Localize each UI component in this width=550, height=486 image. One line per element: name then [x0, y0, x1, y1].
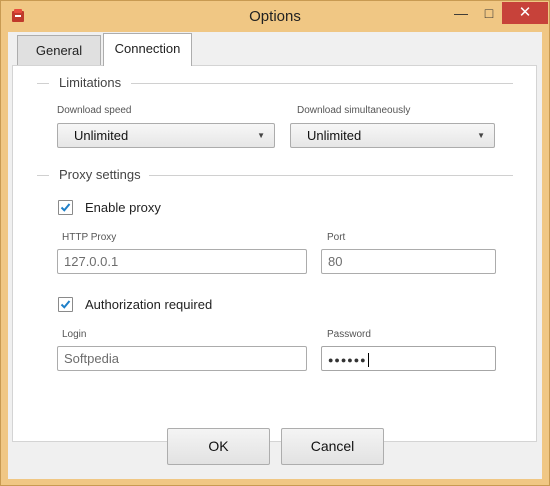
tab-general[interactable]: General	[17, 35, 101, 66]
close-icon: ✕	[518, 4, 532, 21]
login-value: Softpedia	[64, 351, 119, 366]
cancel-button[interactable]: Cancel	[281, 428, 384, 465]
password-value: ●●●●●●	[328, 355, 367, 365]
download-simultaneously-value: Unlimited	[307, 128, 362, 143]
group-divider	[131, 83, 513, 84]
http-proxy-input[interactable]: 127.0.0.1	[57, 249, 307, 274]
group-divider	[37, 83, 49, 84]
enable-proxy-checkbox[interactable]	[58, 200, 73, 215]
port-label: Port	[327, 232, 346, 243]
options-window: Options — □ ✕ General Connection Limitat…	[0, 0, 550, 486]
http-proxy-value: 127.0.0.1	[64, 254, 119, 269]
connection-panel: Limitations Download speed Unlimited ▼ D…	[12, 65, 537, 442]
download-speed-select[interactable]: Unlimited ▼	[57, 123, 275, 148]
password-input[interactable]: ●●●●●●	[321, 346, 496, 371]
checkmark-icon	[60, 203, 71, 212]
title-bar[interactable]: Options — □ ✕	[1, 1, 549, 32]
port-input[interactable]: 80	[321, 249, 496, 274]
password-label: Password	[327, 329, 371, 340]
ok-button[interactable]: OK	[167, 428, 270, 465]
dialog-body: General Connection Limitations Download …	[8, 32, 542, 479]
enable-proxy-label[interactable]: Enable proxy	[85, 200, 161, 215]
download-simultaneously-label: Download simultaneously	[297, 105, 411, 116]
download-simultaneously-select[interactable]: Unlimited ▼	[290, 123, 495, 148]
login-label: Login	[62, 329, 87, 340]
close-button[interactable]: ✕	[502, 2, 548, 24]
tab-connection[interactable]: Connection	[103, 33, 192, 66]
proxy-settings-title: Proxy settings	[53, 167, 147, 182]
authorization-checkbox[interactable]	[58, 297, 73, 312]
minimize-button[interactable]: —	[447, 2, 475, 24]
minimize-icon: —	[454, 5, 468, 21]
limitations-title: Limitations	[53, 75, 128, 90]
http-proxy-label: HTTP Proxy	[62, 232, 117, 243]
port-value: 80	[328, 254, 343, 269]
chevron-down-icon: ▼	[257, 131, 265, 140]
chevron-down-icon: ▼	[477, 131, 485, 140]
maximize-button[interactable]: □	[475, 2, 503, 24]
authorization-label[interactable]: Authorization required	[85, 297, 212, 312]
login-input[interactable]: Softpedia	[57, 346, 307, 371]
download-speed-value: Unlimited	[74, 128, 129, 143]
group-divider	[37, 175, 49, 176]
maximize-icon: □	[484, 5, 494, 21]
group-divider	[149, 175, 513, 176]
download-speed-label: Download speed	[57, 105, 132, 116]
text-caret	[367, 352, 369, 367]
checkmark-icon	[60, 300, 71, 309]
